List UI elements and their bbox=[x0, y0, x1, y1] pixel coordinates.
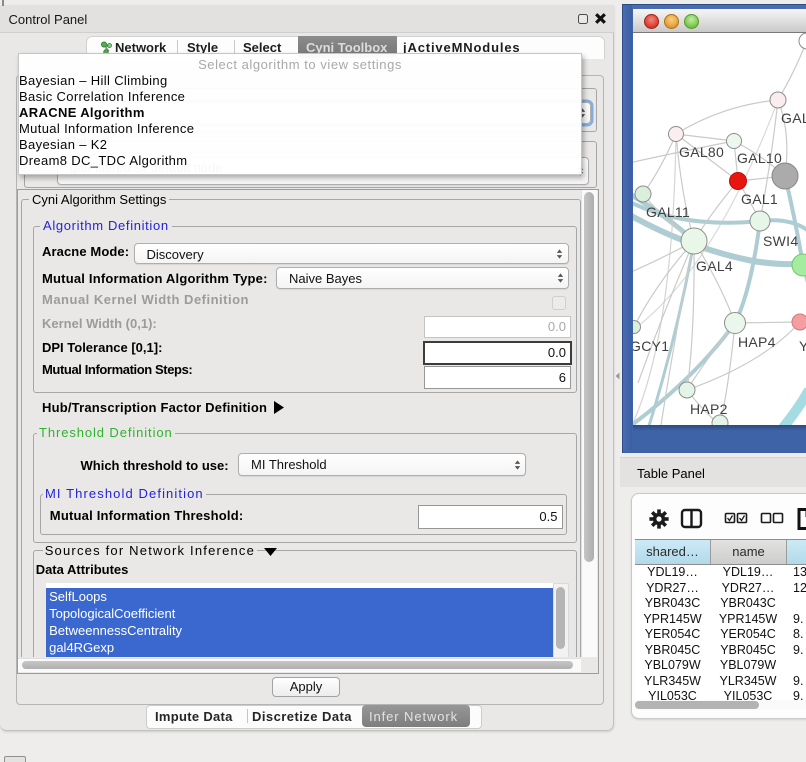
svg-text:HAP2: HAP2 bbox=[690, 401, 728, 417]
svg-text:GAL: GAL bbox=[781, 110, 806, 126]
svg-text:GAL11: GAL11 bbox=[646, 204, 690, 220]
svg-text:GCY1: GCY1 bbox=[633, 338, 669, 354]
svg-text:GAL4: GAL4 bbox=[696, 258, 733, 274]
svg-text:HAP4: HAP4 bbox=[738, 334, 776, 350]
svg-text:Y: Y bbox=[799, 338, 806, 354]
svg-text:GAL10: GAL10 bbox=[737, 150, 782, 166]
svg-text:GAL80: GAL80 bbox=[679, 144, 724, 160]
svg-text:SWI4: SWI4 bbox=[763, 233, 798, 249]
svg-text:GAL1: GAL1 bbox=[741, 191, 778, 207]
